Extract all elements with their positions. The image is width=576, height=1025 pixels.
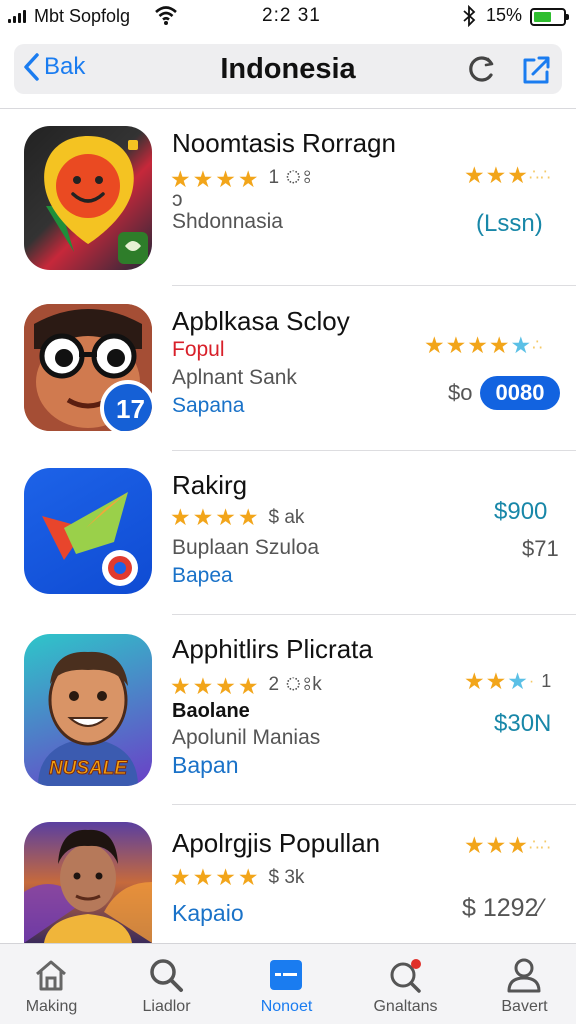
app-region: Bapan: [172, 752, 239, 778]
cartoon-face-icon: 17: [24, 304, 152, 431]
nav-bar: Bak Indonesia: [14, 44, 562, 94]
battery-percent: 15%: [486, 5, 523, 25]
svg-text:17: 17: [116, 394, 145, 424]
app-region: Bapea: [172, 564, 233, 587]
tab-label: Gnaltans: [373, 998, 438, 1015]
clock: 2:2 31: [262, 5, 321, 26]
price[interactable]: (Lssn): [476, 210, 543, 238]
app-name: Apolrgjis Popullan: [172, 828, 381, 858]
tab-label: Liadlor: [142, 998, 191, 1015]
rating-stars-small: ★ ★ ★ ★ ★ ∴: [424, 332, 543, 358]
app-name: Apphitlirs Plicrata: [172, 634, 373, 664]
rating-stars: ★ ★ ★ ★ $ ak: [170, 504, 305, 530]
chevron-left-icon: [24, 53, 39, 81]
notification-search-icon: [390, 959, 421, 993]
get-button[interactable]: 0080: [480, 376, 560, 410]
smiley-pin-icon: [24, 126, 152, 270]
app-subtitle: Apolunil Manias: [172, 726, 321, 749]
price[interactable]: $900: [494, 498, 547, 526]
rating-stars: ★ ★ ★ ★ 2 ঃk: [170, 670, 322, 702]
man-photo-icon: [24, 822, 152, 943]
divider: [172, 285, 576, 286]
bluetooth-icon: [463, 5, 476, 27]
rating-stars: ★ ★ ★ ★ $ 3k: [170, 864, 305, 890]
man-portrait-icon: NUSALE: [24, 634, 152, 786]
divider: [172, 614, 576, 615]
tab-label: Making: [25, 998, 78, 1015]
signal-icon: [8, 9, 26, 23]
price-secondary: $71: [522, 536, 559, 561]
home-icon: [36, 960, 66, 991]
list-item[interactable]: 17 Apblkasa Scloy Fopul Aplnant Sank Sap…: [0, 292, 576, 454]
back-button[interactable]: Bak: [22, 52, 85, 82]
rating-count-right: 1: [541, 671, 552, 691]
list-item[interactable]: Rakirg ★ ★ ★ ★ $ ak Buplaan Szuloa Bapea $9…: [0, 456, 576, 618]
card-icon: [270, 960, 302, 990]
tab-nonoet[interactable]: Nonoet: [229, 944, 344, 1025]
app-region: Sapana: [172, 394, 245, 417]
divider: [0, 108, 576, 109]
rating-count: $ ak: [268, 506, 305, 528]
price[interactable]: $30N: [494, 710, 551, 738]
price[interactable]: $ 1292⁄: [462, 894, 543, 923]
tab-gnaltans[interactable]: Gnaltans: [348, 944, 463, 1025]
app-subtitle: ɔ: [172, 188, 183, 211]
tab-bavert[interactable]: Bavert: [467, 944, 576, 1025]
back-label: Bak: [44, 53, 86, 80]
rating-count: 2 ঃk: [268, 674, 322, 695]
person-icon: [507, 958, 541, 993]
app-category: Fopul: [172, 338, 225, 361]
rating-stars-small: ★ ★ ★ ∴ ∴: [464, 162, 551, 188]
tab-label: Nonoet: [260, 998, 313, 1015]
share-icon[interactable]: [518, 52, 554, 88]
rating-stars-small: ★ ★ ★ · 1: [464, 668, 552, 694]
carrier-name: Mbt Sopfolg: [34, 6, 131, 26]
bird-logo-icon: [24, 468, 152, 594]
wifi-icon: [155, 6, 177, 25]
app-name: Apblkasa Scloy: [172, 306, 350, 336]
divider: [172, 804, 576, 805]
tab-bar: Making Liadlor Nonoet Gnaltans Bavert: [0, 943, 576, 1024]
app-name: Noomtasis Rorragn: [172, 128, 396, 158]
rating-stars-small: ★ ★ ★ ∴ ∴: [464, 832, 551, 858]
price-prefix: $o: [448, 380, 473, 405]
tab-making[interactable]: Making: [0, 944, 109, 1025]
app-region: Kapaio: [172, 900, 244, 926]
rating-stars: ★ ★ ★ ★ 1 ঃ: [170, 163, 312, 195]
list-item[interactable]: NUSALE Apphitlirs Plicrata ★ ★ ★ ★ 2 ঃk Bao…: [0, 620, 576, 806]
app-subtitle: Buplaan Szuloa: [172, 536, 320, 559]
app-name: Rakirg: [172, 470, 248, 500]
refresh-icon[interactable]: [466, 53, 498, 85]
search-icon: [150, 959, 183, 992]
rating-count: 1 ঃ: [268, 167, 313, 188]
app-developer: Baolane: [172, 700, 250, 722]
rating-count: $ 3k: [268, 866, 305, 888]
divider: [172, 450, 576, 451]
status-bar: Mbt Sopfolg 2:2 31 15%: [0, 0, 576, 34]
app-subtitle: Aplnant Sank: [172, 366, 297, 389]
app-region: Shdonnasia: [172, 210, 283, 233]
list-item[interactable]: Apolrgjis Popullan ★ ★ ★ ★ $ 3k Kapaio ★ ★ ★ ∴…: [0, 808, 576, 943]
battery-icon: [530, 8, 569, 26]
tab-label: Bavert: [501, 998, 548, 1015]
list-item[interactable]: Noomtasis Rorragn ★ ★ ★ ★ 1 ঃ ɔ Shdonnasia …: [0, 120, 576, 286]
icon-caption: NUSALE: [48, 758, 128, 780]
tab-liadlor[interactable]: Liadlor: [109, 944, 224, 1025]
